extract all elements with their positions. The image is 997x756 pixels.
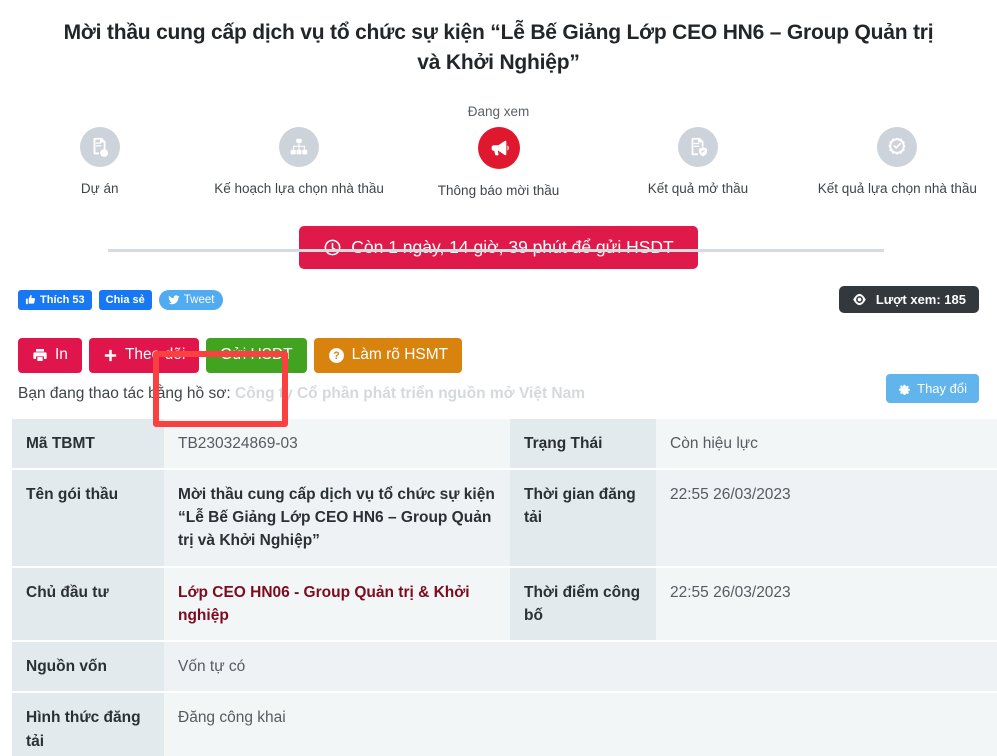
countdown-text: Còn 1 ngày, 14 giờ, 39 phút để gửi HSDT [351,236,674,257]
stepper-step-label: Thông báo mời thầu [437,182,560,198]
table-row: Nguồn vốn Vốn tự có [0,641,997,694]
print-button-label: In [55,346,68,364]
table-value-hinh-thuc-dang-tai: Đăng công khai [164,692,510,756]
eye-icon [852,293,867,306]
table-row: Tên gói thầu Mời thầu cung cấp dịch vụ t… [0,468,997,568]
stepper-step-ket-qua-mo-thau[interactable]: Kết quả mở thầu [598,102,797,201]
stepper-step-label: Kết quả lựa chọn nhà thầu [817,180,977,196]
follow-button[interactable]: Theo dõi [88,337,200,373]
stepper-step-ket-qua-lua-chon[interactable]: Kết quả lựa chọn nhà thầu [798,102,997,201]
stepper-rail [108,248,884,252]
question-mark-icon: ? [328,347,345,364]
table-label-nguon-von: Nguồn vốn [12,641,164,694]
bid-info-table: Mã TBMT TB230324869-03 Trạng Thái Còn hi… [0,418,997,756]
table-gutter [0,692,12,756]
view-count-label: Lượt xem: 185 [875,291,966,307]
stepper-step-thong-bao-moi-thau[interactable]: Đang xem Thông báo mời thầu [399,102,598,201]
thumbs-up-icon [25,294,36,305]
facebook-share-label: Chia sẻ [105,293,145,306]
action-buttons-row: In Theo dõi Gửi HSDT ? Làm rõ HSMT [0,337,997,373]
stepper-current-caption: Đang xem [467,103,530,119]
stepper-step-label: Kế hoạch lựa chọn nhà thầu [214,180,384,196]
stepper-step-caption [798,102,997,122]
print-button[interactable]: In [18,337,82,373]
progress-stepper: Dự án Kế hoạch lựa chọn nhà thầu Đang xe… [0,102,997,252]
table-value-trang-thai: Còn hiệu lực [656,418,997,470]
page-root: Mời thầu cung cấp dịch vụ tổ chức sự kiệ… [0,0,997,756]
clarify-hsmt-label: Làm rõ HSMT [351,346,449,364]
change-profile-button[interactable]: Thay đổi [886,373,979,403]
table-value-ma-tbmt: TB230324869-03 [164,418,510,470]
follow-button-label: Theo dõi [124,346,186,364]
table-gutter [0,641,12,694]
table-label-hinh-thuc-dang-tai: Hình thức đăng tải [12,692,164,756]
award-check-icon [877,126,918,167]
active-profile-company: Công ty Cổ phần phát triển nguồn mở Việt… [235,384,586,402]
table-empty-cell [510,692,656,756]
table-empty-cell [510,641,656,694]
plus-icon [103,348,118,363]
clarify-hsmt-button[interactable]: ? Làm rõ HSMT [313,337,463,373]
stepper-step-du-an[interactable]: Dự án [0,102,199,201]
table-gutter [0,566,12,643]
megaphone-icon [477,126,520,169]
page-title: Mời thầu cung cấp dịch vụ tổ chức sự kiệ… [63,21,934,74]
table-empty-cell [656,692,997,756]
twitter-tweet-label: Tweet [183,293,215,306]
clock-icon [323,238,342,257]
table-gutter [0,418,12,470]
table-value-nguon-von: Vốn tự có [164,641,510,694]
printer-icon [32,347,48,363]
table-value-ten-goi-thau: Mời thầu cung cấp dịch vụ tổ chức sự kiệ… [164,468,510,568]
stepper-step-label: Dự án [80,180,119,196]
table-value-thoi-gian-dang-tai: 22:55 26/03/2023 [656,468,997,568]
table-label-ten-goi-thau: Tên gói thầu [12,468,164,568]
org-chart-icon [279,126,320,167]
social-row: Thích 53 Chia sẻ Tweet Lượt xem: 185 [0,285,997,316]
table-label-thoi-gian-dang-tai: Thời gian đăng tải [510,468,656,568]
stepper-step-ke-hoach[interactable]: Kế hoạch lựa chọn nhà thầu [199,102,398,201]
active-profile-prefix: Bạn đang thao tác bằng hồ sơ: [18,384,235,402]
table-label-trang-thai: Trạng Thái [510,418,656,470]
svg-text:?: ? [333,350,339,362]
table-value-chu-dau-tu[interactable]: Lớp CEO HN06 - Group Quản trị & Khởi ngh… [164,566,510,643]
active-profile-note: Bạn đang thao tác bằng hồ sơ: Công ty Cổ… [0,373,997,409]
table-label-ma-tbmt: Mã TBMT [12,418,164,470]
table-row: Hình thức đăng tải Đăng công khai [0,692,997,756]
table-label-chu-dau-tu: Chủ đầu tư [12,566,164,643]
countdown-banner-wrap: Còn 1 ngày, 14 giờ, 39 phút để gửi HSDT [0,225,997,269]
view-count-badge: Lượt xem: 185 [838,285,979,313]
table-row: Chủ đầu tư Lớp CEO HN06 - Group Quản trị… [0,566,997,643]
table-gutter [0,468,12,568]
document-hand-icon [79,126,120,167]
change-profile-label: Thay đổi [917,380,967,396]
stepper-step-caption [598,102,797,122]
table-empty-cell [656,641,997,694]
table-label-thoi-diem-cong-bo: Thời điểm công bố [510,566,656,643]
table-value-thoi-diem-cong-bo: 22:55 26/03/2023 [656,566,997,643]
facebook-like-label: Thích 53 [40,293,85,306]
submit-hsdt-label: Gửi HSDT [220,346,293,364]
facebook-like-button[interactable]: Thích 53 [18,289,92,310]
table-row: Mã TBMT TB230324869-03 Trạng Thái Còn hi… [0,418,997,470]
gear-icon [898,382,911,395]
facebook-share-button[interactable]: Chia sẻ [98,289,152,310]
twitter-bird-icon [168,294,180,306]
stepper-step-caption [0,102,199,122]
stepper-step-caption [199,102,398,122]
document-shield-icon [677,126,718,167]
twitter-tweet-button[interactable]: Tweet [158,289,224,310]
stepper-step-label: Kết quả mở thầu [647,180,749,196]
countdown-banner: Còn 1 ngày, 14 giờ, 39 phút để gửi HSDT [299,225,698,269]
submit-hsdt-button[interactable]: Gửi HSDT [206,337,307,373]
